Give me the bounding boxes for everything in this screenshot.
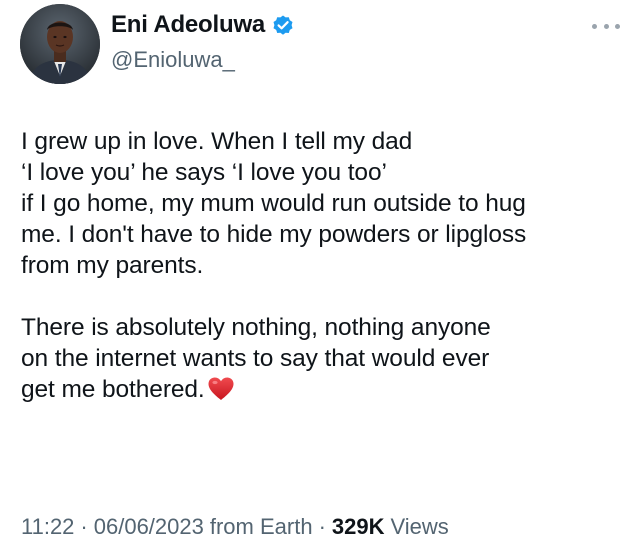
views-count: 329K [331,514,385,539]
tweet-line: from my parents. [21,252,204,279]
views-label: Views [390,514,449,539]
red-heart-icon [207,376,235,402]
tweet-time[interactable]: 11:22 [21,514,74,540]
tweet-line: There is absolutely nothing, nothing any… [21,314,491,341]
meta-separator: · [318,514,326,539]
meta-separator: · [80,514,88,539]
paragraph-break [21,281,621,312]
tweet-meta: 11:22 · 06/06/2023 from Earth · 329K Vie… [21,514,449,540]
dot [592,23,597,29]
tweet-text: I grew up in love. When I tell my dad ‘I… [21,126,621,405]
tweet-line-text: get me bothered. [21,376,205,403]
tweet-date[interactable]: 06/06/2023 [94,514,204,540]
tweet-line: I grew up in love. When I tell my dad [21,128,413,155]
author-name-row[interactable]: Eni Adeoluwa [111,11,295,39]
dot [603,23,609,29]
user-handle[interactable]: @Enioluwa_ [111,47,235,73]
tweet-line-last: get me bothered. [21,374,621,405]
tweet-source: from Earth [209,514,313,539]
profile-photo [20,4,100,84]
avatar[interactable] [20,4,100,84]
tweet-line: on the internet wants to say that would … [21,345,490,372]
tweet-line: me. I don't have to hide my powders or l… [21,221,527,248]
display-name[interactable]: Eni Adeoluwa [111,11,265,39]
more-options-icon[interactable] [592,18,620,34]
dot [615,23,620,29]
verified-badge-icon [271,13,295,37]
tweet-card: Eni Adeoluwa @Enioluwa_ I grew up in lov… [0,0,636,540]
tweet-line: if I go home, my mum would run outside t… [21,190,526,217]
tweet-line: ‘I love you’ he says ‘I love you too’ [21,159,387,186]
